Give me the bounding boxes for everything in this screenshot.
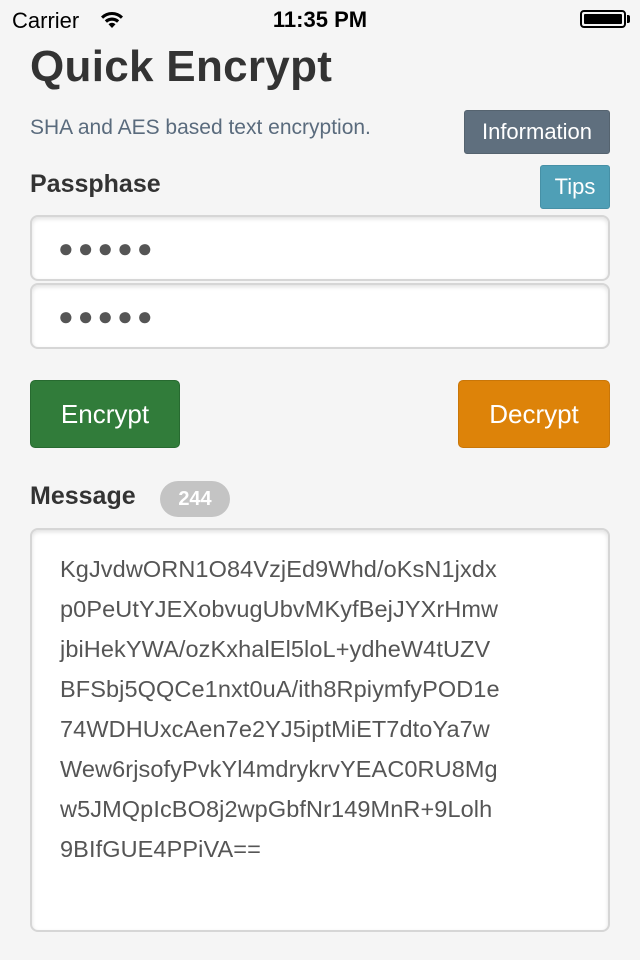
battery-level <box>584 14 622 24</box>
battery-tip <box>627 15 630 23</box>
message-label: Message <box>30 482 136 510</box>
message-text-line: 74WDHUxcAen7e2YJ5iptMiET7dtoYa7w <box>60 716 490 742</box>
message-textarea[interactable]: KgJvdwORN1O84VzjEd9Whd/oKsN1jxdx p0PeUtY… <box>30 528 610 932</box>
passphrase-label: Passphase <box>30 170 161 198</box>
message-text-line: jbiHekYWA/ozKxhalEl5loL+ydheW4tUZV <box>60 636 491 662</box>
character-count-badge: 244 <box>160 481 230 517</box>
encrypt-button[interactable]: Encrypt <box>30 380 180 448</box>
message-text-line: w5JMQpIcBO8j2wpGbfNr149MnR+9Lolh <box>60 796 493 822</box>
information-button[interactable]: Information <box>464 110 610 154</box>
page-subtitle: SHA and AES based text encryption. <box>30 116 371 139</box>
page-title: Quick Encrypt <box>30 42 333 91</box>
battery-icon <box>580 10 626 28</box>
passphrase-field[interactable]: ●●●●● <box>30 215 610 281</box>
status-bar: Carrier 11:35 PM <box>0 0 640 40</box>
decrypt-button[interactable]: Decrypt <box>458 380 610 448</box>
message-text-line: BFSbj5QQCe1nxt0uA/ith8RpiymfyPOD1e <box>60 676 500 702</box>
clock: 11:35 PM <box>272 7 368 32</box>
message-text-line: p0PeUtYJEXobvugUbvMKyfBejJYXrHmw <box>60 596 499 622</box>
message-text-line: 9BIfGUE4PPiVA== <box>60 836 261 862</box>
passphrase-confirm-field[interactable]: ●●●●● <box>30 283 610 349</box>
tips-button[interactable]: Tips <box>540 165 610 209</box>
message-text-line: KgJvdwORN1O84VzjEd9Whd/oKsN1jxdx <box>60 556 497 582</box>
message-text-line: Wew6rjsofyPvkYl4mdrykrvYEAC0RU8Mg <box>60 756 498 782</box>
